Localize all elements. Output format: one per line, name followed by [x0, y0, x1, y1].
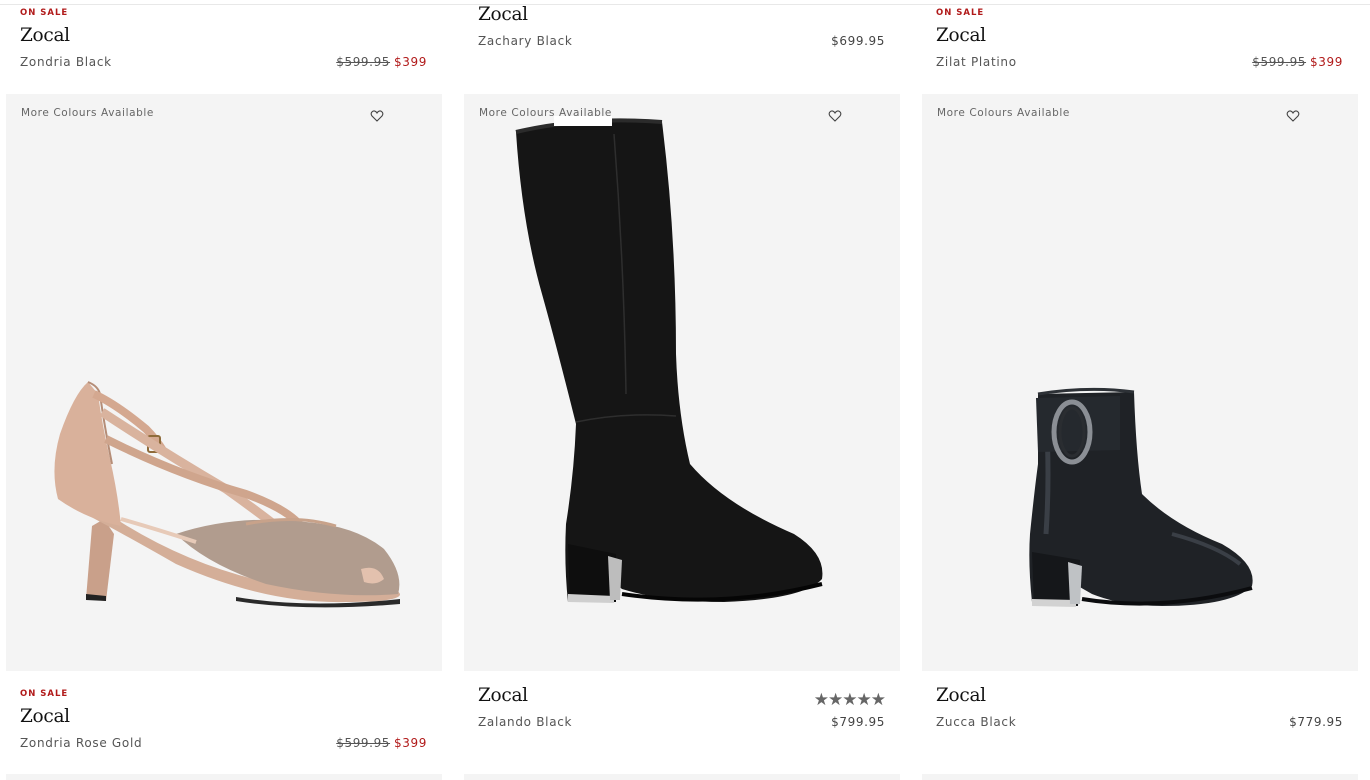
product-image-ankle-boot[interactable] [922, 94, 1358, 671]
product-image-tile[interactable]: More Colours Available [922, 94, 1358, 671]
product-price: $599.95 $399 [1252, 55, 1343, 69]
product-brand[interactable]: Zocal [478, 4, 528, 25]
product-name[interactable]: Zucca Black [936, 715, 1016, 729]
product-card-zilat-platino[interactable]: ON SALE Zocal Zilat Platino $599.95 $399 [922, 0, 1358, 90]
product-brand[interactable]: Zocal [478, 685, 528, 706]
sale-badge: ON SALE [20, 8, 69, 18]
product-price: $779.95 [1289, 715, 1343, 729]
sale-price: $399 [1310, 55, 1343, 69]
product-price: $699.95 [831, 34, 885, 48]
product-image-tile[interactable]: More Colours Available [6, 94, 442, 671]
next-product-tile[interactable] [464, 774, 900, 780]
product-name[interactable]: Zalando Black [478, 715, 572, 729]
product-price: $599.95 $399 [336, 736, 427, 750]
original-price: $599.95 [336, 55, 391, 69]
product-card-zondria-black[interactable]: ON SALE Zocal Zondria Black $599.95 $399 [6, 0, 442, 90]
sale-badge: ON SALE [936, 8, 985, 18]
sale-price: $399 [394, 55, 427, 69]
product-name[interactable]: Zachary Black [478, 34, 573, 48]
product-brand[interactable]: Zocal [936, 25, 986, 46]
wishlist-heart-icon[interactable] [828, 109, 842, 123]
product-image-knee-boot[interactable] [464, 94, 900, 671]
regular-price: $799.95 [831, 715, 885, 729]
product-name[interactable]: Zondria Black [20, 55, 112, 69]
sale-badge: ON SALE [20, 689, 69, 699]
product-card-zalando-black[interactable]: More Colours Available Zocal ★★★★★ Zalan… [464, 94, 900, 764]
rating-stars: ★★★★★ [813, 690, 886, 710]
regular-price: $779.95 [1289, 715, 1343, 729]
wishlist-heart-icon[interactable] [370, 109, 384, 123]
original-price: $599.95 [336, 736, 391, 750]
original-price: $599.95 [1252, 55, 1307, 69]
next-product-tile[interactable] [922, 774, 1358, 780]
product-card-zachary-black[interactable]: Zocal Zachary Black $699.95 [464, 0, 900, 90]
product-card-zondria-rose-gold[interactable]: More Colours Available ON SALE Zocal Zon… [6, 94, 442, 764]
more-colours-label: More Colours Available [479, 107, 612, 119]
product-image-tile[interactable]: More Colours Available [464, 94, 900, 671]
product-image-sandal[interactable] [6, 94, 442, 671]
sale-price: $399 [394, 736, 427, 750]
product-brand[interactable]: Zocal [20, 706, 70, 727]
wishlist-heart-icon[interactable] [1286, 109, 1300, 123]
next-product-tile[interactable] [6, 774, 442, 780]
product-card-zucca-black[interactable]: More Colours Available Zocal Zucca Black… [922, 94, 1358, 764]
product-brand[interactable]: Zocal [936, 685, 986, 706]
regular-price: $699.95 [831, 34, 885, 48]
more-colours-label: More Colours Available [21, 107, 154, 119]
product-price: $799.95 [831, 715, 885, 729]
product-name[interactable]: Zondria Rose Gold [20, 736, 142, 750]
product-name[interactable]: Zilat Platino [936, 55, 1017, 69]
product-price: $599.95 $399 [336, 55, 427, 69]
more-colours-label: More Colours Available [937, 107, 1070, 119]
product-brand[interactable]: Zocal [20, 25, 70, 46]
